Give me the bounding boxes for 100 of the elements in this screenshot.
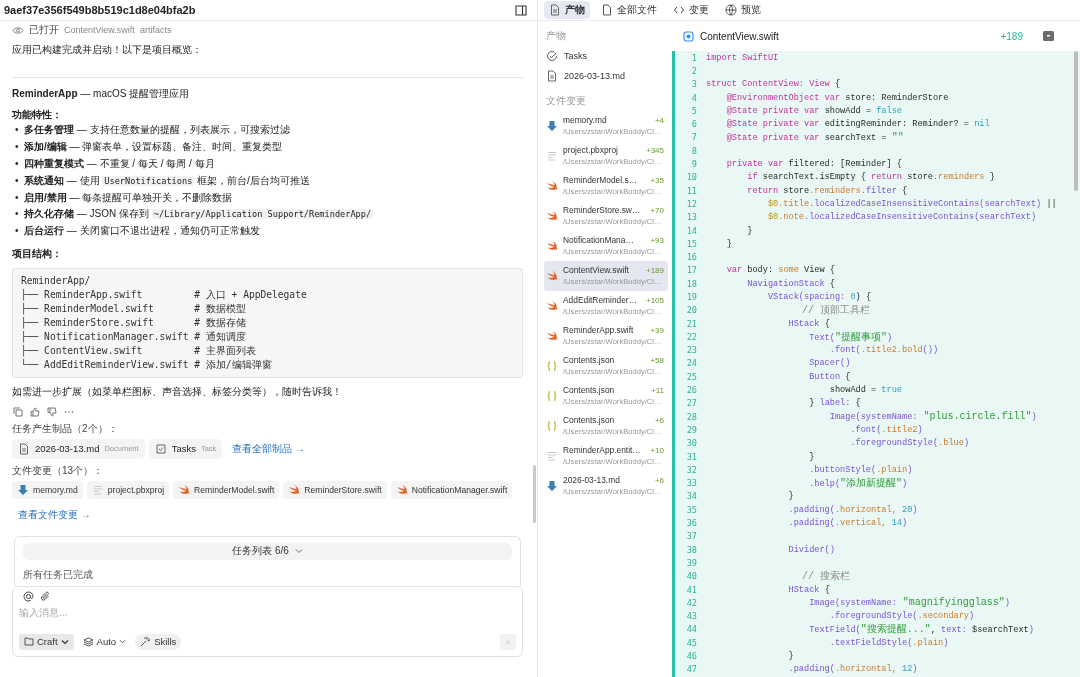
swoosh-icon [546,180,558,192]
line-number: 21 [685,318,698,329]
line-number: 28 [685,411,698,422]
code-line: } [787,491,794,502]
added-count: +10 [650,444,664,456]
thumbs-up-icon[interactable] [30,406,40,417]
line-number: 16 [685,252,698,263]
line-number: 22 [685,331,698,342]
closing-text: 如需进一步扩展（如菜单栏图标、声音选择、标签分类等），随时告诉我！ [12,384,343,399]
view-all-artifacts-link[interactable]: 查看全部制品 → [232,441,306,456]
feature-item: 后台运行 — 关闭窗口不退出进程，通知仍可正常触发 [24,224,260,239]
line-number: 14 [685,225,698,236]
file-chip-name: memory.md [33,484,78,495]
artifact-item[interactable]: Tasks [546,46,668,66]
line-number: 43 [685,611,698,622]
at-sign-icon[interactable] [23,590,34,602]
code-line: Text("提醒事项") [808,330,893,344]
layers-icon [82,636,94,647]
target-icon [683,30,694,42]
file-chip[interactable]: ReminderModel.swift [173,480,280,499]
message-input[interactable]: 输入消息... [19,601,516,634]
artifact-name: Tasks [171,443,196,455]
line-number: 3 [690,79,698,90]
scrollbar[interactable] [1074,51,1078,191]
code-line: @EnvironmentObject var store: ReminderStore [725,92,949,103]
line-number: 4 [690,92,698,103]
code-line: .padding(.horizontal, 20) [787,504,918,515]
added-count: +189 [1000,30,1023,42]
file-chip-name: project.pbxproj [107,484,165,495]
line-number: 9 [690,159,698,169]
line-number: 8 [690,145,698,156]
file-chip[interactable]: project.pbxproj [86,480,170,499]
panel-tab[interactable]: 全部文件 [596,1,662,19]
file-icon [601,4,613,16]
line-number: 35 [685,504,698,515]
panel-tab[interactable]: 变更 [668,1,714,19]
code-line: } [725,238,732,249]
panel-tab[interactable]: 产物 [544,1,590,19]
line-number: 45 [685,637,698,648]
tree-line: ├── ReminderModel.swift # 数据模型 [21,301,246,316]
file-chip[interactable]: NotificationManager.swift [390,480,513,499]
line-number: 19 [685,292,698,302]
code-line: Divider() [787,544,835,555]
code-line: Spacer() [808,358,851,369]
feature-item: 添加/编辑 — 弹窗表单，设置标题、备注、时间、重复类型 [24,140,283,155]
file-chip[interactable]: memory.md [12,480,83,499]
copy-icon[interactable] [13,406,23,417]
swoosh-icon [395,483,408,496]
mode-button[interactable]: Craft [19,633,74,650]
code-line: NavigationStack { [746,278,835,289]
file-chip[interactable]: ReminderStore.swift [283,480,387,499]
file-name: Contents.json [563,354,616,366]
opened-label: 已打开 [29,23,59,37]
section-heading: 产物 [546,29,567,43]
file-name: ReminderApp.swift [563,324,635,336]
code-icon [673,4,685,16]
code-line: .padding(.horizontal, 12) [787,664,918,675]
sidebar-toggle-icon[interactable] [515,4,527,16]
chevron-down-icon [119,639,127,645]
added-count: +189 [645,264,664,276]
thumbs-down-icon[interactable] [47,406,57,417]
chevron-down-icon [60,638,69,645]
line-number: 23 [685,345,698,356]
panel-tab[interactable]: 预览 [720,1,766,19]
code-line: .help("添加新提醒") [808,476,908,491]
archive-icon[interactable] [1043,31,1054,41]
line-number: 40 [685,571,698,582]
line-number: 7 [690,132,698,143]
chevron-down-icon [294,548,303,555]
line-number: 15 [685,238,698,249]
code-line: .textFieldStyle(.plain) [828,637,949,648]
bullet: • [15,140,20,155]
changes-heading: 文件变更（13个）： [12,463,105,478]
line-number: 33 [685,478,698,489]
line-number: 10 [685,172,698,183]
opened-file[interactable]: ContentView.swift [64,25,135,35]
model-button[interactable]: Auto [79,633,130,650]
skills-button[interactable]: Skills [135,633,182,650]
message-composer[interactable]: 输入消息... Craft Auto Skills [12,585,523,657]
down-arrow-icon [17,483,29,496]
tree-line: ├── NotificationManager.swift # 通知调度 [21,329,246,344]
view-changes-link[interactable]: 查看文件变更 → [18,507,91,522]
code-line: // 搜索栏 [801,569,851,584]
bullet: • [15,173,20,188]
task-list-toggle[interactable]: 任务列表 6/6 [23,542,512,560]
line-number: 18 [685,278,698,289]
paperclip-icon[interactable] [40,590,51,602]
added-count: +6 [654,414,664,426]
added-count: +345 [645,144,664,156]
bullet: • [15,157,20,171]
artifact-name: 2026-03-13.md [35,443,100,455]
line-number: 25 [685,371,698,382]
file-chip-name: ReminderModel.swift [194,484,275,495]
file-name: ReminderStore.sw… [563,204,642,216]
artifact-item[interactable]: 2026-03-13.md [546,66,668,86]
line-number: 13 [685,212,698,223]
line-number: 32 [685,464,698,475]
file-chip-name: NotificationManager.swift [411,484,508,495]
line-number: 12 [685,198,698,209]
code-line: .font(.title2) [849,424,923,435]
